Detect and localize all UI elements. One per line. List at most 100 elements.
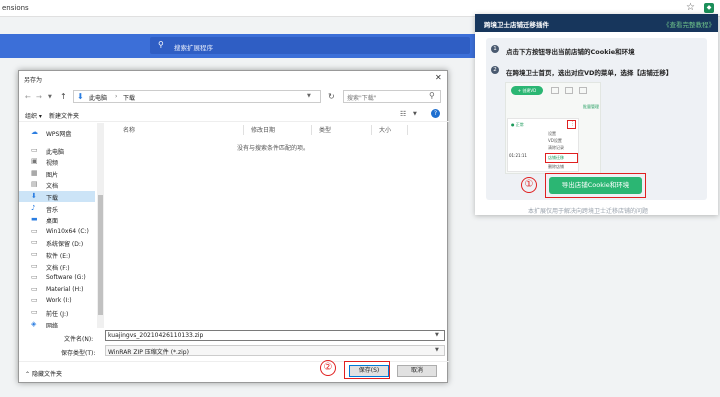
column-divider[interactable]: [311, 125, 312, 135]
filetype-value[interactable]: WinRAR ZIP 压缩文件 (*.zip): [108, 347, 189, 356]
recent-locations-chevron-icon[interactable]: ▼: [48, 94, 52, 100]
screenshot-menu-item: 清除记录: [548, 145, 564, 150]
url-fragment[interactable]: ensions: [2, 4, 29, 12]
video-folder-icon: ▣: [31, 157, 38, 166]
navigation-pane: ☁ WPS网盘 ▭ 此电脑 ▣ 视频 ▦ 图片 ▤ 文档 ⬇ 下载 ♪ 音乐 ▬ 桌面 ▭ Win10x64 (C…: [19, 123, 97, 328]
filetype-chevron-down-icon[interactable]: ▼: [435, 347, 439, 353]
step-2-text: 在跨境卫士首页，选出对应VD的菜单，选择【店铺迁移】: [506, 69, 673, 77]
music-folder-icon: ♪: [31, 203, 36, 212]
sidebar-item-label: 图片: [46, 171, 59, 179]
screenshot-menu-item: VD设置: [548, 138, 562, 143]
screenshot-menu-item: 店铺迁移: [548, 155, 564, 160]
extension-icon[interactable]: ◆: [704, 3, 714, 13]
desktop-folder-icon: ▬: [31, 215, 38, 224]
breadcrumb-downloads[interactable]: 下载: [123, 93, 135, 102]
step-1-number: 1: [491, 45, 499, 53]
new-folder-button[interactable]: 新建文件夹: [49, 111, 79, 120]
screenshot-status: ● 正常: [511, 122, 524, 127]
sidebar-item-label: 文档 (F:): [46, 264, 70, 272]
step-1-text: 点击下方按钮导出当前店铺的Cookie和环境: [506, 48, 635, 56]
sidebar-item[interactable]: ▣ 视频: [19, 156, 95, 168]
address-chevron-down-icon[interactable]: ▼: [307, 93, 311, 99]
help-icon[interactable]: ?: [431, 109, 440, 118]
filename-value[interactable]: kuajingvs_20210426110133.zip: [108, 332, 203, 339]
dialog-title: 另存为: [24, 77, 43, 84]
sidebar-item-label: Win10x64 (C:): [46, 227, 89, 235]
sidebar-item[interactable]: ▦ 图片: [19, 168, 95, 179]
breadcrumb-this-pc[interactable]: 此电脑: [89, 93, 107, 102]
sidebar-item[interactable]: ▭ Work (I:): [19, 295, 95, 306]
sidebar-item[interactable]: ▭ 前任 (J:): [19, 307, 95, 319]
step-marker-2: ②: [320, 360, 336, 376]
step-marker-1: ①: [521, 177, 537, 193]
column-divider[interactable]: [371, 125, 372, 135]
drive-icon: ▭: [31, 308, 38, 316]
sidebar-item-label: 前任 (J:): [46, 311, 69, 318]
sidebar-item[interactable]: ▭ Software (G:): [19, 272, 95, 283]
drive-icon: ▭: [31, 250, 38, 258]
column-divider[interactable]: [243, 125, 244, 135]
bookmark-star-icon[interactable]: ☆: [686, 2, 695, 13]
sidebar-item[interactable]: ◈ 网络: [19, 319, 95, 328]
close-icon[interactable]: ✕: [435, 73, 442, 82]
sidebar-item-label: 网络: [46, 322, 59, 328]
up-arrow-icon[interactable]: ↑: [60, 92, 67, 101]
drive-icon: ▭: [31, 238, 38, 247]
tutorial-link[interactable]: 《查看完整教程》: [663, 19, 715, 29]
navigation-scrollbar-thumb[interactable]: [98, 195, 103, 315]
sidebar-item[interactable]: ▭ 文档 (F:): [19, 261, 95, 272]
sidebar-item[interactable]: ☁ WPS网盘: [19, 127, 95, 139]
view-options-icon[interactable]: ☷: [400, 110, 406, 118]
save-button-highlight: [344, 361, 390, 379]
sidebar-item[interactable]: ▭ 系统保留 (D:): [19, 237, 95, 249]
hide-folders-toggle[interactable]: ⌃ 隐藏文件夹: [25, 369, 62, 378]
column-name[interactable]: 名称: [123, 125, 135, 134]
drive-icon: ▭: [31, 226, 38, 235]
screenshot-timer: 01:21:11: [509, 153, 527, 158]
sidebar-item-label: Material (H:): [46, 285, 84, 293]
sidebar-item[interactable]: ▭ Win10x64 (C:): [19, 226, 95, 237]
folder-search-placeholder: 搜索"下载": [347, 95, 377, 102]
column-size[interactable]: 大小: [379, 125, 391, 134]
drive-icon: ▭: [31, 296, 38, 305]
filename-label: 文件名(N):: [64, 336, 94, 343]
cloud-icon: ☁: [31, 128, 38, 136]
drive-icon: ▭: [31, 284, 38, 293]
sidebar-item[interactable]: ▬ 桌面: [19, 214, 95, 226]
sidebar-item[interactable]: ▭ 此电脑: [19, 145, 95, 156]
computer-icon: ▭: [31, 145, 38, 154]
column-modified[interactable]: 修改日期: [251, 125, 275, 134]
screenshot-create-button: + 创建VD: [511, 86, 543, 95]
screenshot-menu-item: 设置: [548, 131, 556, 136]
sidebar-item[interactable]: ♪ 音乐: [19, 203, 95, 214]
address-bar[interactable]: [73, 90, 321, 103]
sidebar-item-label: 系统保留 (D:): [46, 241, 84, 249]
step-2-number: 2: [491, 66, 499, 74]
more-menu-icon: ⋮: [570, 121, 575, 127]
column-type[interactable]: 类型: [319, 125, 331, 134]
sidebar-item[interactable]: ▤ 文档: [19, 179, 95, 191]
sidebar-item-label: 视频: [46, 160, 59, 168]
view-chevron-down-icon[interactable]: ▼: [413, 111, 417, 117]
column-divider[interactable]: [407, 125, 408, 135]
screenshot-list-icon: [565, 87, 573, 94]
download-location-icon: ⬇: [77, 92, 84, 101]
forward-arrow-icon[interactable]: →: [36, 93, 42, 101]
back-arrow-icon[interactable]: ←: [25, 93, 31, 101]
filename-chevron-down-icon[interactable]: ▼: [435, 332, 439, 338]
breadcrumb-separator-icon[interactable]: ›: [115, 93, 117, 100]
cancel-button[interactable]: 取消: [397, 365, 437, 377]
export-cookie-button[interactable]: 导出店铺Cookie和环境: [549, 177, 642, 194]
sidebar-item-label: 此电脑: [46, 148, 65, 156]
refresh-icon[interactable]: ↻: [328, 92, 335, 101]
drive-icon: ▭: [31, 273, 38, 282]
search-icon[interactable]: ⚲: [429, 91, 435, 100]
popup-title: 跨境卫士店铺迁移插件: [484, 21, 549, 29]
screenshot-grid-icon: [551, 87, 559, 94]
sidebar-item[interactable]: ▭ 软件 (E:): [19, 249, 95, 261]
document-folder-icon: ▤: [31, 180, 38, 189]
organize-menu[interactable]: 组织 ▾: [25, 111, 42, 120]
sidebar-item-label: Work (I:): [46, 297, 72, 305]
sidebar-item[interactable]: ▭ Material (H:): [19, 284, 95, 295]
sidebar-item[interactable]: ⬇ 下载: [19, 191, 95, 202]
